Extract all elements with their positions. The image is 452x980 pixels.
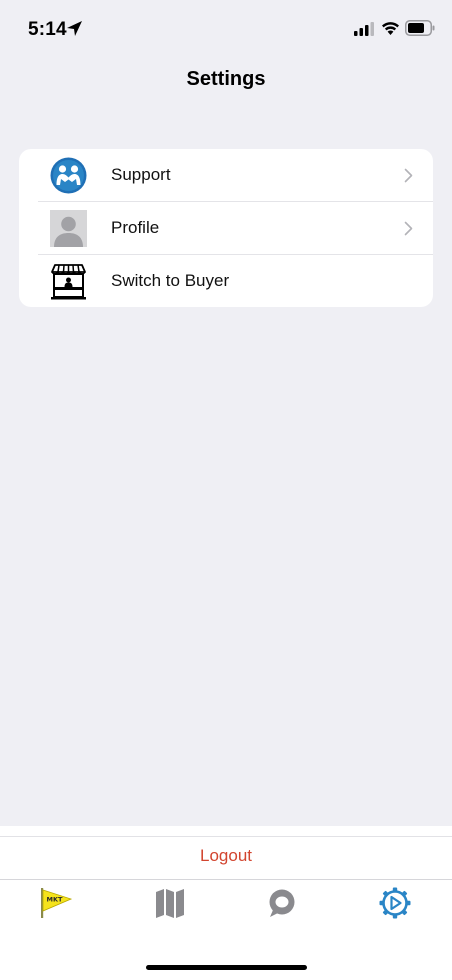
settings-list: Support Profile Switch to Buyer xyxy=(19,149,433,307)
settings-item-label: Profile xyxy=(111,218,160,237)
logout-button[interactable]: Logout xyxy=(0,846,452,866)
tab-bar-divider xyxy=(0,879,452,880)
chat-bubble-icon xyxy=(269,889,295,917)
wifi-icon xyxy=(382,22,399,35)
status-bar: 5:14 xyxy=(0,0,452,58)
home-indicator xyxy=(146,965,307,970)
battery-icon xyxy=(405,20,435,36)
bottom-area: Logout MKT xyxy=(0,826,452,980)
page-title: Settings xyxy=(186,68,266,90)
status-time: 5:14 xyxy=(28,19,67,40)
tab-messages[interactable] xyxy=(264,886,300,920)
tab-settings[interactable] xyxy=(377,886,413,920)
support-icon xyxy=(50,157,87,194)
storefront-icon xyxy=(51,264,86,300)
location-arrow-icon xyxy=(67,21,82,36)
settings-gear-icon xyxy=(379,887,411,919)
profile-avatar-icon xyxy=(50,210,87,247)
map-icon xyxy=(156,889,184,918)
mkt-flag-icon: MKT xyxy=(41,888,73,918)
tab-market[interactable]: MKT xyxy=(38,886,74,920)
signal-icon xyxy=(354,22,374,36)
svg-text:MKT: MKT xyxy=(47,896,64,904)
settings-item-support[interactable]: Support xyxy=(19,149,433,202)
tab-map[interactable] xyxy=(152,886,188,920)
settings-item-switch-to-buyer[interactable]: Switch to Buyer xyxy=(19,255,433,307)
chevron-right-icon xyxy=(404,221,413,236)
divider xyxy=(0,836,452,837)
settings-item-label: Switch to Buyer xyxy=(111,271,230,290)
settings-item-label: Support xyxy=(111,165,171,184)
settings-item-profile[interactable]: Profile xyxy=(19,202,433,255)
chevron-right-icon xyxy=(404,168,413,183)
